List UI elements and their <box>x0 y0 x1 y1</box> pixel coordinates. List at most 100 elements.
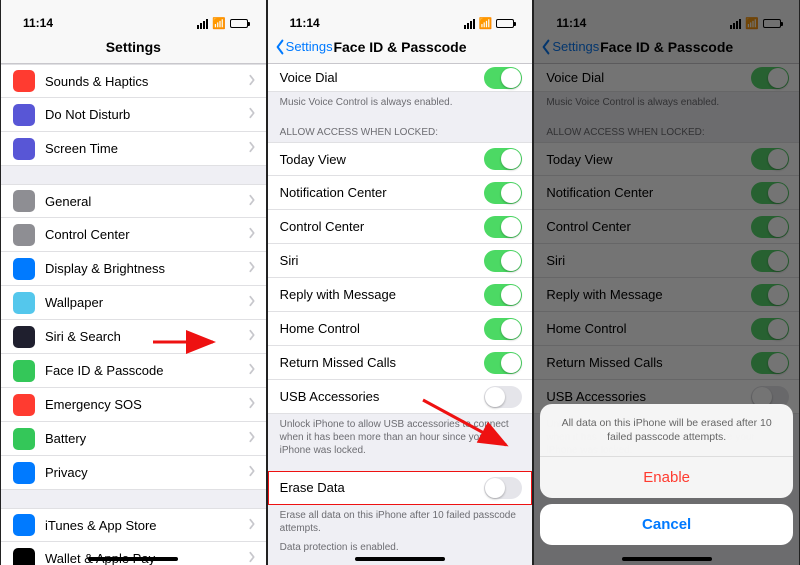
app-icon <box>13 548 35 565</box>
toggle-notification-center[interactable] <box>484 182 522 204</box>
status-indicators: 📶 <box>464 17 515 30</box>
settings-row-display-brightness[interactable]: Display & Brightness <box>1 252 266 286</box>
back-label: Settings <box>286 39 333 54</box>
chevron-right-icon <box>248 227 256 242</box>
chevron-right-icon <box>248 518 256 533</box>
row-home-control[interactable]: Home Control <box>268 312 533 346</box>
row-label: Display & Brightness <box>45 261 248 276</box>
page-title: Face ID & Passcode <box>333 39 466 55</box>
data-protection-footer: Data protection is enabled. <box>268 537 533 556</box>
battery-icon <box>496 19 514 28</box>
app-icon <box>13 462 35 484</box>
chevron-right-icon <box>248 194 256 209</box>
toggle-erase-data[interactable] <box>484 477 522 499</box>
settings-row-emergency-sos[interactable]: Emergency SOS <box>1 388 266 422</box>
settings-row-face-id-passcode[interactable]: Face ID & Passcode <box>1 354 266 388</box>
home-indicator[interactable] <box>622 557 712 561</box>
wifi-icon: 📶 <box>479 17 493 30</box>
voice-dial-footer: Music Voice Control is always enabled. <box>268 92 533 111</box>
chevron-right-icon <box>248 141 256 156</box>
toggle-return-missed-calls[interactable] <box>484 352 522 374</box>
chevron-right-icon <box>248 261 256 276</box>
chevron-right-icon <box>248 74 256 89</box>
usb-footer: Unlock iPhone to allow USB accessories t… <box>268 414 533 459</box>
app-icon <box>13 138 35 160</box>
row-label: Emergency SOS <box>45 397 248 412</box>
chevron-right-icon <box>248 295 256 310</box>
settings-row-itunes-app-store[interactable]: iTunes & App Store <box>1 508 266 542</box>
app-icon <box>13 394 35 416</box>
app-icon <box>13 70 35 92</box>
row-label: Today View <box>280 152 485 167</box>
chevron-left-icon <box>274 39 286 55</box>
settings-row-siri-search[interactable]: Siri & Search <box>1 320 266 354</box>
row-control-center[interactable]: Control Center <box>268 210 533 244</box>
row-notification-center[interactable]: Notification Center <box>268 176 533 210</box>
toggle-today-view[interactable] <box>484 148 522 170</box>
toggle-siri[interactable] <box>484 250 522 272</box>
app-icon <box>13 360 35 382</box>
app-icon <box>13 292 35 314</box>
row-reply-with-message[interactable]: Reply with Message <box>268 278 533 312</box>
row-today-view[interactable]: Today View <box>268 142 533 176</box>
row-label: Screen Time <box>45 141 248 156</box>
status-indicators: 📶 <box>197 17 248 30</box>
row-voice-dial[interactable]: Voice Dial <box>268 64 533 92</box>
row-label: Siri & Search <box>45 329 248 344</box>
chevron-right-icon <box>248 551 256 565</box>
enable-button[interactable]: Enable <box>540 456 793 498</box>
dialog-backdrop[interactable]: All data on this iPhone will be erased a… <box>534 0 799 565</box>
row-label: iTunes & App Store <box>45 518 248 533</box>
settings-row-control-center[interactable]: Control Center <box>1 218 266 252</box>
toggle-reply-with-message[interactable] <box>484 284 522 306</box>
screen-settings-root: 11:14 📶 Settings Sounds & HapticsDo Not … <box>0 0 267 565</box>
row-siri[interactable]: Siri <box>268 244 533 278</box>
row-label: Home Control <box>280 321 485 336</box>
row-label: Siri <box>280 253 485 268</box>
allow-access-group: Today View Notification Center Control Cen… <box>268 142 533 414</box>
toggle-voice-dial[interactable] <box>484 67 522 89</box>
toggle-home-control[interactable] <box>484 318 522 340</box>
row-label: USB Accessories <box>280 389 485 404</box>
app-icon <box>13 326 35 348</box>
home-indicator[interactable] <box>88 557 178 561</box>
chevron-right-icon <box>248 465 256 480</box>
row-label: Erase Data <box>280 480 485 495</box>
row-label: General <box>45 194 248 209</box>
row-label: Wallpaper <box>45 295 248 310</box>
app-icon <box>13 428 35 450</box>
row-label: Notification Center <box>280 185 485 200</box>
row-label: Privacy <box>45 465 248 480</box>
app-icon <box>13 514 35 536</box>
settings-row-wallpaper[interactable]: Wallpaper <box>1 286 266 320</box>
row-usb-accessories[interactable]: USB Accessories <box>268 380 533 414</box>
row-label: Face ID & Passcode <box>45 363 248 378</box>
settings-list[interactable]: Sounds & Haptics Do Not Disturb Screen Tim… <box>1 64 266 565</box>
row-return-missed-calls[interactable]: Return Missed Calls <box>268 346 533 380</box>
toggle-control-center[interactable] <box>484 216 522 238</box>
settings-row-battery[interactable]: Battery <box>1 422 266 456</box>
settings-row-sounds-haptics[interactable]: Sounds & Haptics <box>1 64 266 98</box>
home-indicator[interactable] <box>355 557 445 561</box>
row-erase-data[interactable]: Erase Data <box>268 471 533 505</box>
nav-bar: Settings Face ID & Passcode <box>268 30 533 64</box>
app-icon <box>13 104 35 126</box>
settings-row-privacy[interactable]: Privacy <box>1 456 266 490</box>
settings-row-general[interactable]: General <box>1 184 266 218</box>
passcode-list[interactable]: Voice Dial Music Voice Control is always… <box>268 64 533 565</box>
confirm-sheet: All data on this iPhone will be erased a… <box>540 404 793 498</box>
settings-row-do-not-disturb[interactable]: Do Not Disturb <box>1 98 266 132</box>
cancel-button[interactable]: Cancel <box>540 504 793 545</box>
row-label: Do Not Disturb <box>45 107 248 122</box>
status-bar: 11:14 📶 <box>268 0 533 30</box>
screen-faceid-with-dialog: 11:14 📶 Settings Face ID & Passcode Voic… <box>533 0 800 565</box>
back-button[interactable]: Settings <box>274 39 333 55</box>
chevron-right-icon <box>248 397 256 412</box>
settings-row-screen-time[interactable]: Screen Time <box>1 132 266 166</box>
toggle-usb-accessories[interactable] <box>484 386 522 408</box>
cell-signal-icon <box>464 19 475 29</box>
chevron-right-icon <box>248 329 256 344</box>
row-label: Return Missed Calls <box>280 355 485 370</box>
settings-row-wallet-apple-pay[interactable]: Wallet & Apple Pay <box>1 542 266 565</box>
settings-group-b: General Control Center Display & Brightnes… <box>1 184 266 490</box>
